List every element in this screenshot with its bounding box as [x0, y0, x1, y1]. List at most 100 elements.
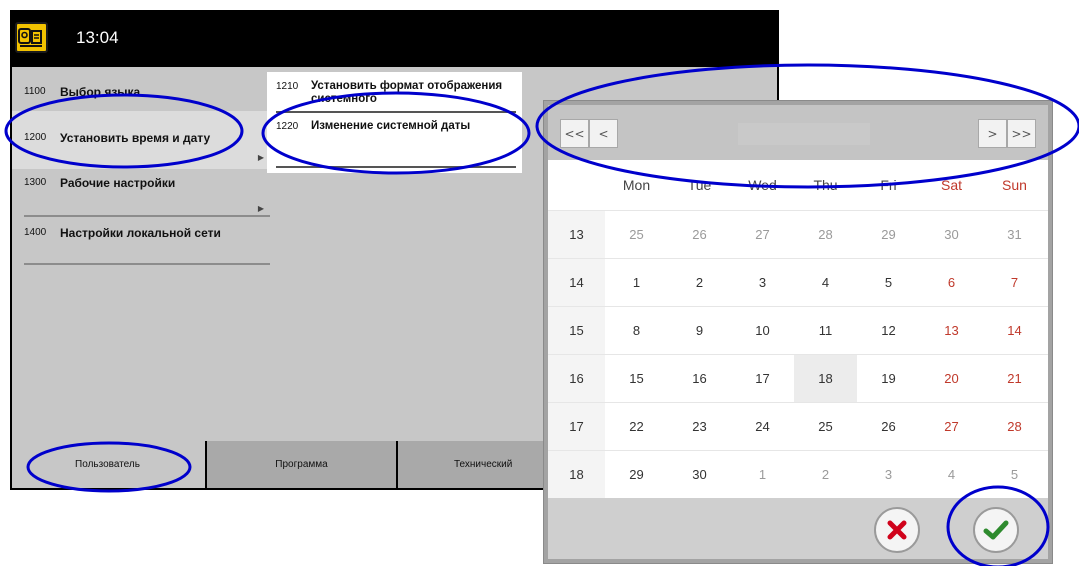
weekday-label: Wed — [748, 177, 777, 193]
day-cell[interactable]: 23 — [668, 403, 731, 450]
divider — [276, 111, 516, 113]
tab-program[interactable]: Программа — [205, 441, 396, 488]
calendar-header: << < > >> — [548, 105, 1048, 160]
first-month-button[interactable]: << — [560, 119, 589, 148]
submenu-panel: 1210 Установить формат отображения систе… — [267, 72, 522, 173]
weekday-label: Sun — [1002, 177, 1027, 193]
week-row: 15 8 9 10 11 12 13 14 — [548, 306, 1048, 354]
day-cell[interactable]: 28 — [794, 211, 857, 258]
day-cell[interactable]: 5 — [857, 259, 920, 306]
day-cell[interactable]: 9 — [668, 307, 731, 354]
day-cell[interactable]: 2 — [794, 451, 857, 498]
day-cell[interactable]: 3 — [857, 451, 920, 498]
day-cell[interactable]: 19 — [857, 355, 920, 402]
day-cell[interactable]: 3 — [731, 259, 794, 306]
day-cell[interactable]: 12 — [857, 307, 920, 354]
menu-item-network[interactable]: 1400 Настройки локальной сети — [12, 217, 270, 265]
day-cell[interactable]: 27 — [920, 403, 983, 450]
menu-item-label: Выбор языка — [60, 85, 141, 99]
menu-item-label: Настройки локальной сети — [60, 226, 221, 240]
checkmark-icon — [983, 520, 1009, 540]
submenu-item-code: 1220 — [276, 121, 299, 132]
day-cell[interactable]: 30 — [920, 211, 983, 258]
day-cell[interactable]: 11 — [794, 307, 857, 354]
calendar-body: << < > >> Mon Tue Wed Thu Fri Sat Sun 13… — [548, 105, 1048, 559]
day-cell[interactable]: 20 — [920, 355, 983, 402]
day-cell[interactable]: 25 — [794, 403, 857, 450]
week-row: 16 15 16 17 18 19 20 21 — [548, 354, 1048, 402]
next-month-button[interactable]: > — [978, 119, 1007, 148]
week-row: 13 25 26 27 28 29 30 31 — [548, 210, 1048, 258]
day-cell[interactable]: 24 — [731, 403, 794, 450]
menu-item-time-date[interactable]: 1200 Установить время и дату ▶ — [12, 111, 270, 169]
day-cell[interactable]: 22 — [605, 403, 668, 450]
chevron-right-icon: ▶ — [257, 153, 264, 162]
week-number: 16 — [548, 355, 605, 402]
day-cell[interactable]: 21 — [983, 355, 1046, 402]
top-bar: 13:04 — [10, 10, 779, 67]
day-cell[interactable]: 6 — [920, 259, 983, 306]
day-cell[interactable]: 29 — [857, 211, 920, 258]
day-cell[interactable]: 27 — [731, 211, 794, 258]
submenu-item-label: Изменение системной даты — [311, 120, 471, 132]
weekday-header-row: Mon Tue Wed Thu Fri Sat Sun — [548, 160, 1048, 210]
submenu-item-code: 1210 — [276, 81, 299, 92]
weekday-label: Fri — [880, 177, 897, 193]
day-cell[interactable]: 7 — [983, 259, 1046, 306]
day-cell[interactable]: 5 — [983, 451, 1046, 498]
day-cell[interactable]: 30 — [668, 451, 731, 498]
week-row: 18 29 30 1 2 3 4 5 — [548, 450, 1048, 498]
last-month-button[interactable]: >> — [1007, 119, 1036, 148]
divider — [276, 166, 516, 168]
submenu-item-label: Установить формат отображения системного — [311, 80, 503, 105]
day-cell[interactable]: 16 — [668, 355, 731, 402]
prev-month-button[interactable]: < — [589, 119, 618, 148]
menu-item-label: Рабочие настройки — [60, 176, 176, 190]
day-cell[interactable]: 8 — [605, 307, 668, 354]
day-cell[interactable]: 15 — [605, 355, 668, 402]
divider — [24, 263, 270, 265]
menu-item-code: 1200 — [24, 132, 47, 143]
menu-item-code: 1300 — [24, 177, 47, 188]
day-cell[interactable]: 2 — [668, 259, 731, 306]
day-cell[interactable]: 25 — [605, 211, 668, 258]
day-cell[interactable]: 28 — [983, 403, 1046, 450]
week-number: 15 — [548, 307, 605, 354]
week-number: 17 — [548, 403, 605, 450]
day-cell[interactable]: 18 — [794, 355, 857, 402]
week-row: 14 1 2 3 4 5 6 7 — [548, 258, 1048, 306]
cancel-button[interactable] — [874, 507, 920, 553]
menu-item-code: 1400 — [24, 227, 47, 238]
weekday-label: Mon — [622, 177, 651, 193]
day-cell[interactable]: 4 — [920, 451, 983, 498]
day-cell[interactable]: 13 — [920, 307, 983, 354]
chevron-right-icon: ▶ — [257, 204, 264, 213]
week-number: 18 — [548, 451, 605, 498]
day-cell[interactable]: 1 — [605, 259, 668, 306]
submenu-item-system-date[interactable]: 1220 Изменение системной даты — [267, 120, 522, 150]
month-title — [738, 123, 870, 145]
day-cell[interactable]: 26 — [857, 403, 920, 450]
day-cell[interactable]: 4 — [794, 259, 857, 306]
day-cell[interactable]: 29 — [605, 451, 668, 498]
day-cell[interactable]: 10 — [731, 307, 794, 354]
day-cell[interactable]: 26 — [668, 211, 731, 258]
tooth-scanner-icon[interactable] — [15, 22, 48, 53]
day-cell[interactable]: 17 — [731, 355, 794, 402]
menu-item-work-settings[interactable]: 1300 Рабочие настройки ▶ — [12, 169, 270, 217]
day-cell[interactable]: 31 — [983, 211, 1046, 258]
calendar-dialog: << < > >> Mon Tue Wed Thu Fri Sat Sun 13… — [543, 100, 1053, 564]
weekday-label: Tue — [687, 177, 712, 193]
close-icon — [887, 520, 907, 540]
calendar-footer — [548, 499, 1048, 559]
clock-time: 13:04 — [76, 28, 119, 47]
submenu-item-format[interactable]: 1210 Установить формат отображения систе… — [267, 80, 522, 110]
weekday-label: Thu — [813, 177, 838, 193]
menu-item-label: Установить время и дату — [60, 131, 211, 145]
day-cell[interactable]: 1 — [731, 451, 794, 498]
tab-user[interactable]: Пользователь — [12, 441, 203, 488]
week-row: 17 22 23 24 25 26 27 28 — [548, 402, 1048, 450]
week-number: 13 — [548, 211, 605, 258]
confirm-button[interactable] — [973, 507, 1019, 553]
day-cell[interactable]: 14 — [983, 307, 1046, 354]
